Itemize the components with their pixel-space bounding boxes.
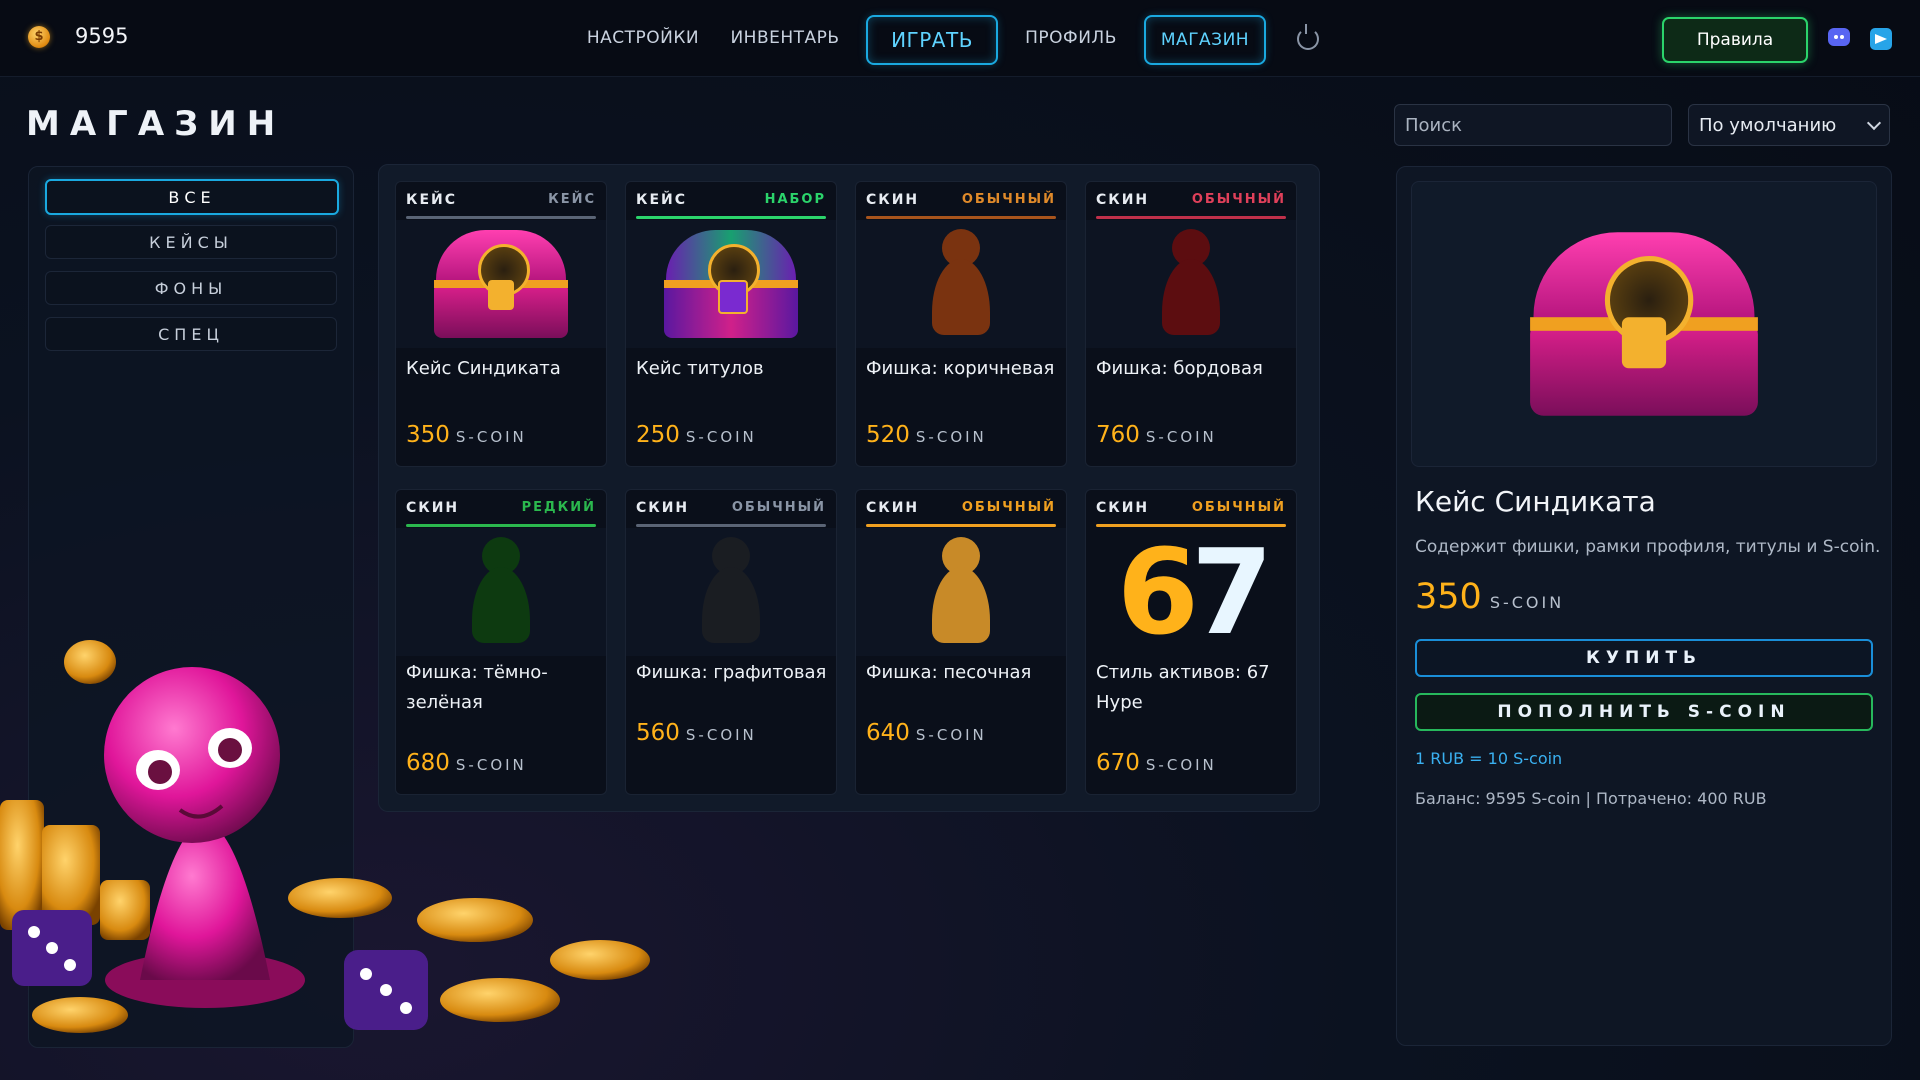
item-price: 670 S-COIN xyxy=(1096,750,1217,776)
item-rarity: ОБЫЧНЫЙ xyxy=(961,500,1056,515)
item-rarity: КЕЙС xyxy=(548,192,596,207)
category-special[interactable]: СПЕЦ xyxy=(45,317,337,351)
category-cases[interactable]: КЕЙСЫ xyxy=(45,225,337,259)
rarity-line xyxy=(406,524,596,527)
item-card[interactable]: КЕЙС КЕЙС Кейс Синдиката 350 S-COIN xyxy=(395,181,607,467)
nav-settings[interactable]: НАСТРОЙКИ xyxy=(580,15,706,61)
item-image xyxy=(396,220,606,348)
sort-select-value: По умолчанию xyxy=(1699,114,1837,136)
item-type: КЕЙС xyxy=(636,192,687,208)
sort-select[interactable]: По умолчанию xyxy=(1688,104,1890,146)
pawn-icon xyxy=(1158,225,1224,343)
item-image xyxy=(626,528,836,656)
item-name: Фишка: тёмно-зелёная xyxy=(406,662,548,713)
item-type: СКИН xyxy=(1096,192,1150,208)
item-price: 640 S-COIN xyxy=(866,720,987,746)
item-card[interactable]: СКИН ОБЫЧНЫЙ Фишка: графитовая 560 S-COIN xyxy=(625,489,837,795)
item-image: 67 xyxy=(1086,528,1296,656)
balance-stats: Баланс: 9595 S-coin | Потрачено: 400 RUB xyxy=(1415,789,1767,808)
item-rarity: РЕДКИЙ xyxy=(521,500,596,515)
item-price: 520 S-COIN xyxy=(866,422,987,448)
pawn-icon xyxy=(698,533,764,651)
item-price: 350 S-COIN xyxy=(406,422,527,448)
item-type: СКИН xyxy=(636,500,690,516)
page-title: МАГАЗИН xyxy=(26,104,286,144)
pawn-icon xyxy=(928,533,994,651)
nav-play[interactable]: ИГРАТЬ xyxy=(866,15,998,65)
item-card[interactable]: СКИН ОБЫЧНЫЙ 67 Стиль активов: 67 Hype 6… xyxy=(1085,489,1297,795)
chest-icon xyxy=(656,224,806,344)
telegram-icon[interactable] xyxy=(1870,28,1892,50)
sixty-seven-logo: 67 xyxy=(1116,523,1273,661)
item-image xyxy=(856,528,1066,656)
item-detail-panel: Кейс Синдиката Содержит фишки, рамки про… xyxy=(1396,166,1892,1046)
rarity-line xyxy=(1096,216,1286,219)
item-name: Фишка: песочная xyxy=(866,662,1032,683)
item-name: Кейс Синдиката xyxy=(406,358,561,379)
item-name: Стиль активов: 67 Hype xyxy=(1096,662,1270,713)
pawn-icon xyxy=(928,225,994,343)
rarity-line xyxy=(866,524,1056,527)
item-name: Фишка: бордовая xyxy=(1096,358,1263,379)
item-card[interactable]: СКИН РЕДКИЙ Фишка: тёмно-зелёная 680 S-CO… xyxy=(395,489,607,795)
category-all[interactable]: ВСЕ xyxy=(45,179,339,215)
item-rarity: ОБЫЧНЫЙ xyxy=(1191,500,1286,515)
pawn-icon xyxy=(468,533,534,651)
item-type: СКИН xyxy=(406,500,460,516)
balance-value: 9595 xyxy=(75,24,129,48)
chest-icon xyxy=(1517,222,1772,426)
exchange-rate-link[interactable]: 1 RUB = 10 S-coin xyxy=(1415,749,1562,768)
item-image xyxy=(396,528,606,656)
item-type: СКИН xyxy=(866,192,920,208)
nav-inventory[interactable]: ИНВЕНТАРЬ xyxy=(726,15,844,61)
chest-icon xyxy=(426,224,576,344)
top-bar: $ 9595 НАСТРОЙКИ ИНВЕНТАРЬ ИГРАТЬ ПРОФИЛ… xyxy=(0,0,1920,77)
item-price: 250 S-COIN xyxy=(636,422,757,448)
item-rarity: ОБЫЧНЫЙ xyxy=(961,192,1056,207)
item-rarity: ОБЫЧНЫЙ xyxy=(731,500,826,515)
item-image xyxy=(856,220,1066,348)
nav-profile[interactable]: ПРОФИЛЬ xyxy=(1018,15,1124,61)
detail-title: Кейс Синдиката xyxy=(1415,485,1656,518)
detail-price: 350 S-COIN xyxy=(1415,577,1565,617)
nav-shop[interactable]: МАГАЗИН xyxy=(1144,15,1266,65)
discord-icon[interactable] xyxy=(1828,28,1850,46)
buy-button[interactable]: КУПИТЬ xyxy=(1415,639,1873,677)
item-card[interactable]: СКИН ОБЫЧНЫЙ Фишка: бордовая 760 S-COIN xyxy=(1085,181,1297,467)
item-image xyxy=(1086,220,1296,348)
search-input[interactable] xyxy=(1394,104,1672,146)
item-type: КЕЙС xyxy=(406,192,457,208)
rarity-line xyxy=(636,524,826,527)
item-image xyxy=(626,220,836,348)
item-type: СКИН xyxy=(866,500,920,516)
item-price: 680 S-COIN xyxy=(406,750,527,776)
item-name: Фишка: графитовая xyxy=(636,662,827,683)
rarity-line xyxy=(636,216,826,219)
item-grid: КЕЙС КЕЙС Кейс Синдиката 350 S-COIN КЕЙС … xyxy=(378,164,1320,812)
item-card[interactable]: СКИН ОБЫЧНЫЙ Фишка: коричневая 520 S-COIN xyxy=(855,181,1067,467)
chevron-down-icon xyxy=(1866,115,1882,131)
item-card[interactable]: КЕЙС НАБОР Кейс титулов 250 S-COIN xyxy=(625,181,837,467)
item-preview xyxy=(1411,181,1877,467)
detail-description: Содержит фишки, рамки профиля, титулы и … xyxy=(1415,537,1881,557)
item-rarity: НАБОР xyxy=(764,192,826,207)
category-backgrounds[interactable]: ФОНЫ xyxy=(45,271,337,305)
item-name: Фишка: коричневая xyxy=(866,358,1055,379)
topup-button[interactable]: ПОПОЛНИТЬ S-COIN xyxy=(1415,693,1873,731)
item-name: Кейс титулов xyxy=(636,358,764,379)
s-coin-icon: $ xyxy=(28,26,50,48)
rarity-line xyxy=(406,216,596,219)
item-type: СКИН xyxy=(1096,500,1150,516)
category-panel: ВСЕ КЕЙСЫ ФОНЫ СПЕЦ xyxy=(28,166,354,1048)
power-icon[interactable] xyxy=(1297,24,1319,50)
rarity-line xyxy=(866,216,1056,219)
dice-icon xyxy=(344,950,428,1030)
item-rarity: ОБЫЧНЫЙ xyxy=(1191,192,1286,207)
item-price: 760 S-COIN xyxy=(1096,422,1217,448)
item-price: 560 S-COIN xyxy=(636,720,757,746)
item-card[interactable]: СКИН ОБЫЧНЫЙ Фишка: песочная 640 S-COIN xyxy=(855,489,1067,795)
rules-button[interactable]: Правила xyxy=(1662,17,1808,63)
